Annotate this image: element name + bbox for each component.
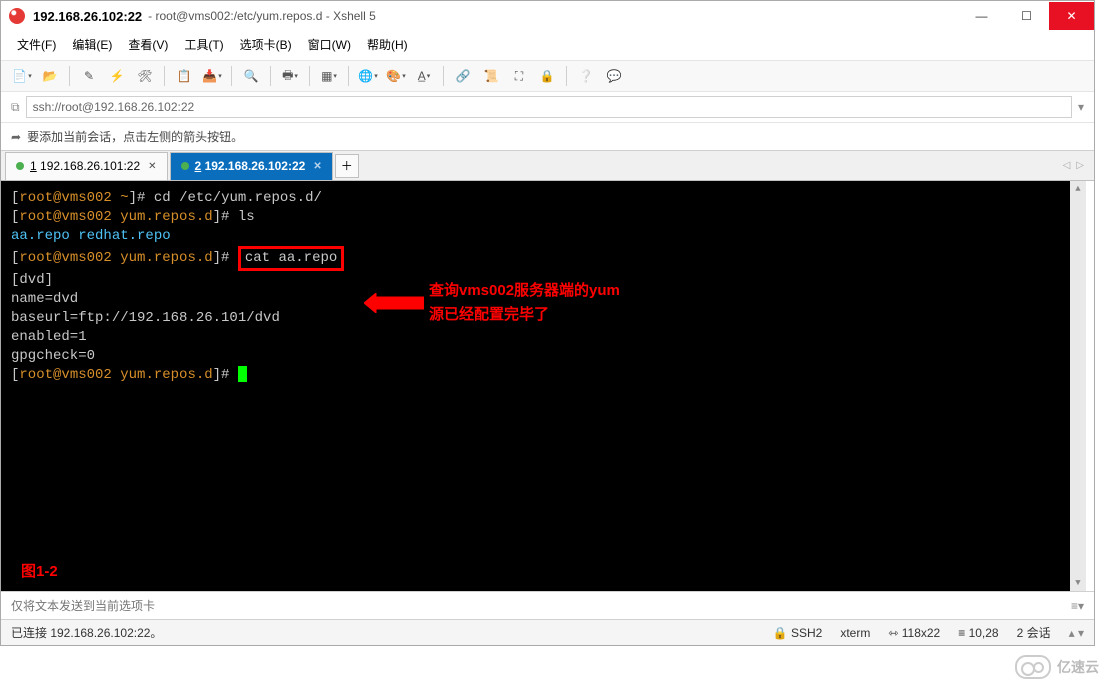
highlight-box: cat aa.repo: [238, 246, 344, 271]
status-sessions: 2 会话: [1017, 624, 1051, 641]
tab-scroll-left-icon[interactable]: ◁: [1063, 160, 1071, 171]
watermark: 亿速云: [1015, 655, 1099, 679]
watermark-logo-icon: [1015, 655, 1051, 679]
tab-scroll-right-icon[interactable]: ▷: [1076, 160, 1084, 171]
term-line: [root@vms002 ~]# cd /etc/yum.repos.d/: [11, 189, 1060, 208]
copy-icon[interactable]: 📋: [173, 65, 195, 87]
toolbar: 📄▾ 📂 ✎ ⚡ 🛠 📋 📥▾ 🔍 🖶▾ ▦▾ 🌐▾ 🎨▾ A̲▾ 🔗 📜 ⛶ …: [1, 60, 1094, 92]
figure-label: 图1-2: [21, 562, 58, 581]
status-dot-icon: [181, 162, 189, 170]
add-tab-button[interactable]: ＋: [335, 154, 359, 178]
titlebar: 192.168.26.102:22 - root@vms002:/etc/yum…: [1, 1, 1094, 31]
sessions-menu-icon[interactable]: ▴ ▾: [1069, 626, 1084, 640]
cursor-icon: [238, 366, 247, 382]
link-icon[interactable]: 🔗: [452, 65, 474, 87]
menu-help[interactable]: 帮助(H): [361, 33, 414, 56]
menu-window[interactable]: 窗口(W): [302, 33, 357, 56]
script-icon[interactable]: 📜: [480, 65, 502, 87]
status-connection: 已连接 192.168.26.102:22。: [11, 624, 755, 641]
help-icon[interactable]: ❔: [575, 65, 597, 87]
fullscreen-icon[interactable]: ⛶: [508, 65, 530, 87]
tab-session-2[interactable]: 2 192.168.26.102:22 ✕: [170, 152, 333, 180]
send-text-input[interactable]: [11, 599, 1065, 613]
reconnect-icon[interactable]: ✎: [78, 65, 100, 87]
send-menu-icon[interactable]: ≡▾: [1071, 599, 1084, 613]
tab-session-1[interactable]: 1 192.168.26.101:22 ✕: [5, 152, 168, 180]
term-line: [root@vms002 yum.repos.d]#: [11, 366, 1060, 385]
close-button[interactable]: ✕: [1049, 2, 1094, 30]
annotation-line-1: 查询vms002服务器端的yum: [429, 281, 620, 300]
addressbar: ⧉ ssh://root@192.168.26.102:22 ▾: [1, 92, 1094, 123]
scroll-down-icon[interactable]: ▼: [1070, 575, 1086, 591]
print-icon[interactable]: 🖶▾: [279, 65, 301, 87]
hint-text: 要添加当前会话，点击左侧的箭头按钮。: [27, 128, 243, 145]
paste-icon[interactable]: 📥▾: [201, 65, 223, 87]
status-dot-icon: [16, 162, 24, 170]
globe-icon[interactable]: 🌐▾: [357, 65, 379, 87]
scroll-up-icon[interactable]: ▲: [1070, 181, 1086, 197]
scrollbar-vertical[interactable]: ▲ ▼: [1070, 181, 1086, 591]
open-icon[interactable]: 📂: [39, 65, 61, 87]
status-cursor-pos: ≡ 10,28: [958, 626, 998, 640]
minimize-button[interactable]: —: [959, 2, 1004, 30]
status-termtype: xterm: [840, 626, 870, 640]
tabstrip: 1 192.168.26.101:22 ✕ 2 192.168.26.102:2…: [1, 151, 1094, 181]
maximize-button[interactable]: ☐: [1004, 2, 1049, 30]
term-line: aa.repo redhat.repo: [11, 227, 1060, 246]
lock-icon: 🔒: [773, 626, 788, 640]
chat-icon[interactable]: 💬: [603, 65, 625, 87]
hint-arrow-icon[interactable]: ➦: [11, 130, 21, 144]
menu-edit[interactable]: 编辑(E): [66, 33, 118, 56]
color-icon[interactable]: 🎨▾: [385, 65, 407, 87]
sendbar: ≡▾: [1, 591, 1094, 619]
close-tab-icon[interactable]: ✕: [313, 161, 321, 172]
app-icon: [9, 8, 25, 24]
menu-tools[interactable]: 工具(T): [178, 33, 229, 56]
menu-tabs[interactable]: 选项卡(B): [234, 33, 298, 56]
window-title-sub: - root@vms002:/etc/yum.repos.d - Xshell …: [148, 9, 376, 23]
menubar: 文件(F) 编辑(E) 查看(V) 工具(T) 选项卡(B) 窗口(W) 帮助(…: [1, 31, 1094, 60]
annotation-arrow-icon: [364, 293, 424, 320]
lock-icon[interactable]: 🔒: [536, 65, 558, 87]
terminal[interactable]: [root@vms002 ~]# cd /etc/yum.repos.d/ [r…: [1, 181, 1086, 591]
window-title-main: 192.168.26.102:22: [33, 9, 142, 24]
menu-view[interactable]: 查看(V): [122, 33, 174, 56]
term-line: enabled=1: [11, 328, 1060, 347]
close-tab-icon[interactable]: ✕: [148, 161, 156, 172]
status-size: ⇿ 118x22: [888, 626, 940, 640]
new-session-icon[interactable]: 📄▾: [11, 65, 33, 87]
term-line: gpgcheck=0: [11, 347, 1060, 366]
layout-icon[interactable]: ▦▾: [318, 65, 340, 87]
menu-file[interactable]: 文件(F): [11, 33, 62, 56]
status-proto: 🔒 SSH2: [773, 626, 823, 640]
term-line: [root@vms002 yum.repos.d]# cat aa.repo: [11, 246, 1060, 271]
term-line: [root@vms002 yum.repos.d]# ls: [11, 208, 1060, 227]
address-url-field[interactable]: ssh://root@192.168.26.102:22: [26, 96, 1072, 118]
annotation-line-2: 源已经配置完毕了: [429, 305, 549, 324]
find-icon[interactable]: 🔍: [240, 65, 262, 87]
properties-icon[interactable]: 🛠: [134, 65, 156, 87]
disconnect-icon[interactable]: ⚡: [106, 65, 128, 87]
statusbar: 已连接 192.168.26.102:22。 🔒 SSH2 xterm ⇿ 11…: [1, 619, 1094, 645]
address-dropdown-icon[interactable]: ▾: [1078, 100, 1084, 114]
font-icon[interactable]: A̲▾: [413, 65, 435, 87]
hintbar: ➦ 要添加当前会话，点击左侧的箭头按钮。: [1, 123, 1094, 151]
address-scheme-icon: ⧉: [11, 100, 20, 115]
